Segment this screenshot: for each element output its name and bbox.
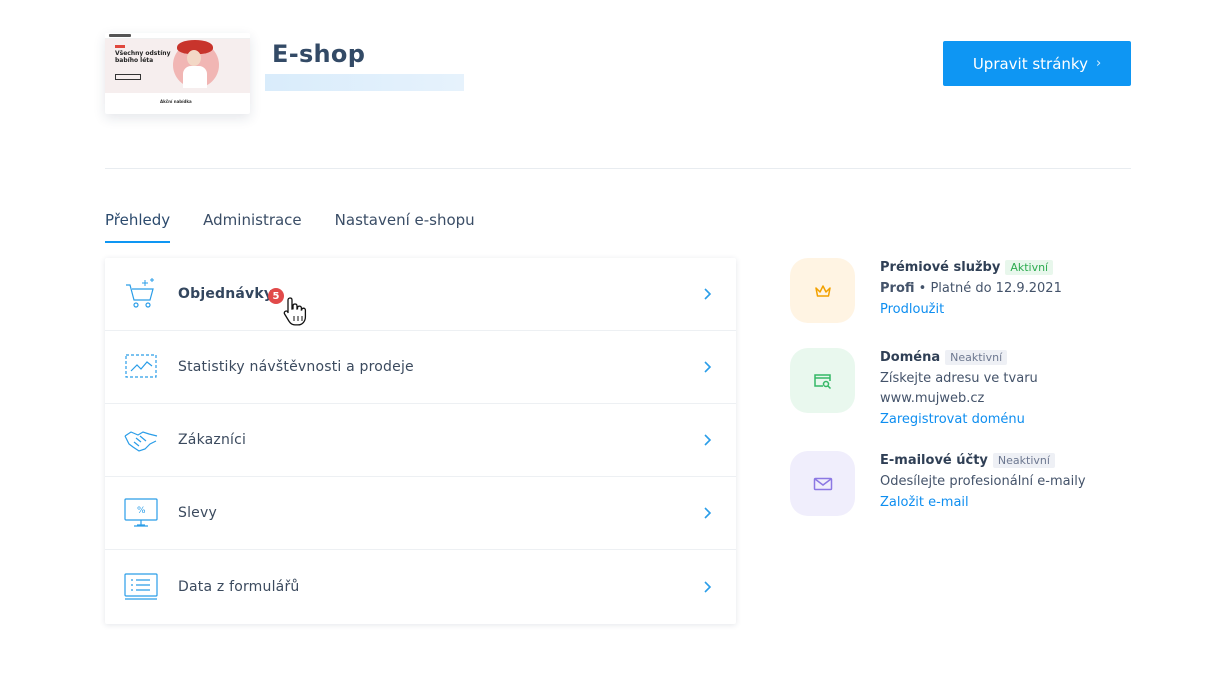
list-item-slevy[interactable]: % Slevy xyxy=(105,477,736,550)
domain-desc: Získejte adresu ve tvaru www.mujweb.cz xyxy=(880,369,1038,409)
plan-name: Profi xyxy=(880,281,915,296)
thumbnail-face xyxy=(187,50,201,66)
list-item-objednavky[interactable]: Objednávky 5 xyxy=(105,258,736,331)
tab-bar: Přehledy Administrace Nastavení e-shopu xyxy=(105,211,508,243)
chart-icon xyxy=(125,354,157,378)
header-divider xyxy=(105,168,1131,169)
chevron-right-icon: › xyxy=(1095,56,1102,71)
list-item-label: Objednávky xyxy=(178,286,274,302)
thumbnail-products xyxy=(123,109,233,113)
discount-monitor-icon: % xyxy=(124,498,158,527)
overview-list: Objednávky 5 Statistiky návštěvnosti a p… xyxy=(105,258,736,624)
domain-block: Doména Neaktivní Získejte adresu ve tvaru… xyxy=(790,348,1150,427)
create-email-link[interactable]: Založit e-mail xyxy=(880,495,969,510)
email-title: E-mailové účty Neaktivní xyxy=(880,453,1055,468)
thumbnail-button xyxy=(115,74,141,80)
list-item-statistiky[interactable]: Statistiky návštěvnosti a prodeje xyxy=(105,331,736,404)
site-url-placeholder xyxy=(265,74,464,91)
status-badge: Neaktivní xyxy=(945,350,1008,365)
site-thumbnail[interactable]: Všechny odstíny babího léta Akční nabídk… xyxy=(105,33,250,114)
email-block: E-mailové účty Neaktivní Odesílejte profe… xyxy=(790,451,1150,521)
edit-pages-label: Upravit stránky xyxy=(972,54,1088,73)
tab-administrace[interactable]: Administrace xyxy=(203,211,302,243)
domain-title: Doména Neaktivní xyxy=(880,350,1008,365)
crown-icon xyxy=(814,284,831,297)
handshake-icon xyxy=(124,431,158,452)
chevron-right-icon xyxy=(704,361,712,373)
status-badge: Aktivní xyxy=(1005,260,1054,275)
chevron-right-icon xyxy=(704,434,712,446)
domain-desc-line1: Získejte adresu ve tvaru xyxy=(880,371,1038,386)
envelope-icon xyxy=(813,477,832,490)
thumbnail-headline: Všechny odstíny babího léta xyxy=(115,50,171,64)
svg-text:%: % xyxy=(137,506,146,516)
form-data-icon xyxy=(124,572,158,600)
email-title-text: E-mailové účty xyxy=(880,453,988,468)
chevron-right-icon xyxy=(704,288,712,300)
domain-desc-line2: www.mujweb.cz xyxy=(880,391,985,406)
list-item-label: Slevy xyxy=(178,505,217,521)
edit-pages-button[interactable]: Upravit stránky › xyxy=(943,41,1131,86)
prolong-link[interactable]: Prodloužit xyxy=(880,302,944,317)
list-item-label: Zákazníci xyxy=(178,432,247,448)
thumbnail-dress xyxy=(183,66,207,88)
tab-prehledy[interactable]: Přehledy xyxy=(105,211,171,243)
list-item-label: Data z formulářů xyxy=(178,578,300,595)
tab-nastaveni-eshopu[interactable]: Nastavení e-shopu xyxy=(335,211,475,243)
premium-desc: Profi • Platné do 12.9.2021 xyxy=(880,281,1062,296)
email-tile xyxy=(790,451,855,516)
domain-title-text: Doména xyxy=(880,350,941,365)
chevron-right-icon xyxy=(704,507,712,519)
list-item-label: Statistiky návštěvnosti a prodeje xyxy=(178,359,414,375)
domain-search-icon xyxy=(813,373,831,389)
hand-cursor-icon xyxy=(283,297,307,326)
plan-validity: Platné do 12.9.2021 xyxy=(930,281,1062,296)
list-item-data-z-formularu[interactable]: Data z formulářů xyxy=(105,550,736,623)
thumbnail-subheading: Akční nabídka xyxy=(160,99,192,104)
chevron-right-icon xyxy=(704,580,712,593)
premium-title: Prémiové služby Aktivní xyxy=(880,260,1054,275)
thumbnail-tag xyxy=(115,45,125,48)
status-badge: Neaktivní xyxy=(992,453,1055,468)
premium-tile xyxy=(790,258,855,323)
cart-icon xyxy=(126,278,154,308)
page-title: E-shop xyxy=(272,40,366,68)
list-item-zakaznici[interactable]: Zákazníci xyxy=(105,404,736,477)
register-domain-link[interactable]: Zaregistrovat doménu xyxy=(880,412,1025,427)
premium-services-block: Prémiové služby Aktivní Profi • Platné do… xyxy=(790,258,1150,328)
domain-tile xyxy=(790,348,855,413)
premium-title-text: Prémiové služby xyxy=(880,260,1001,275)
email-desc: Odesílejte profesionální e-maily xyxy=(880,474,1086,489)
